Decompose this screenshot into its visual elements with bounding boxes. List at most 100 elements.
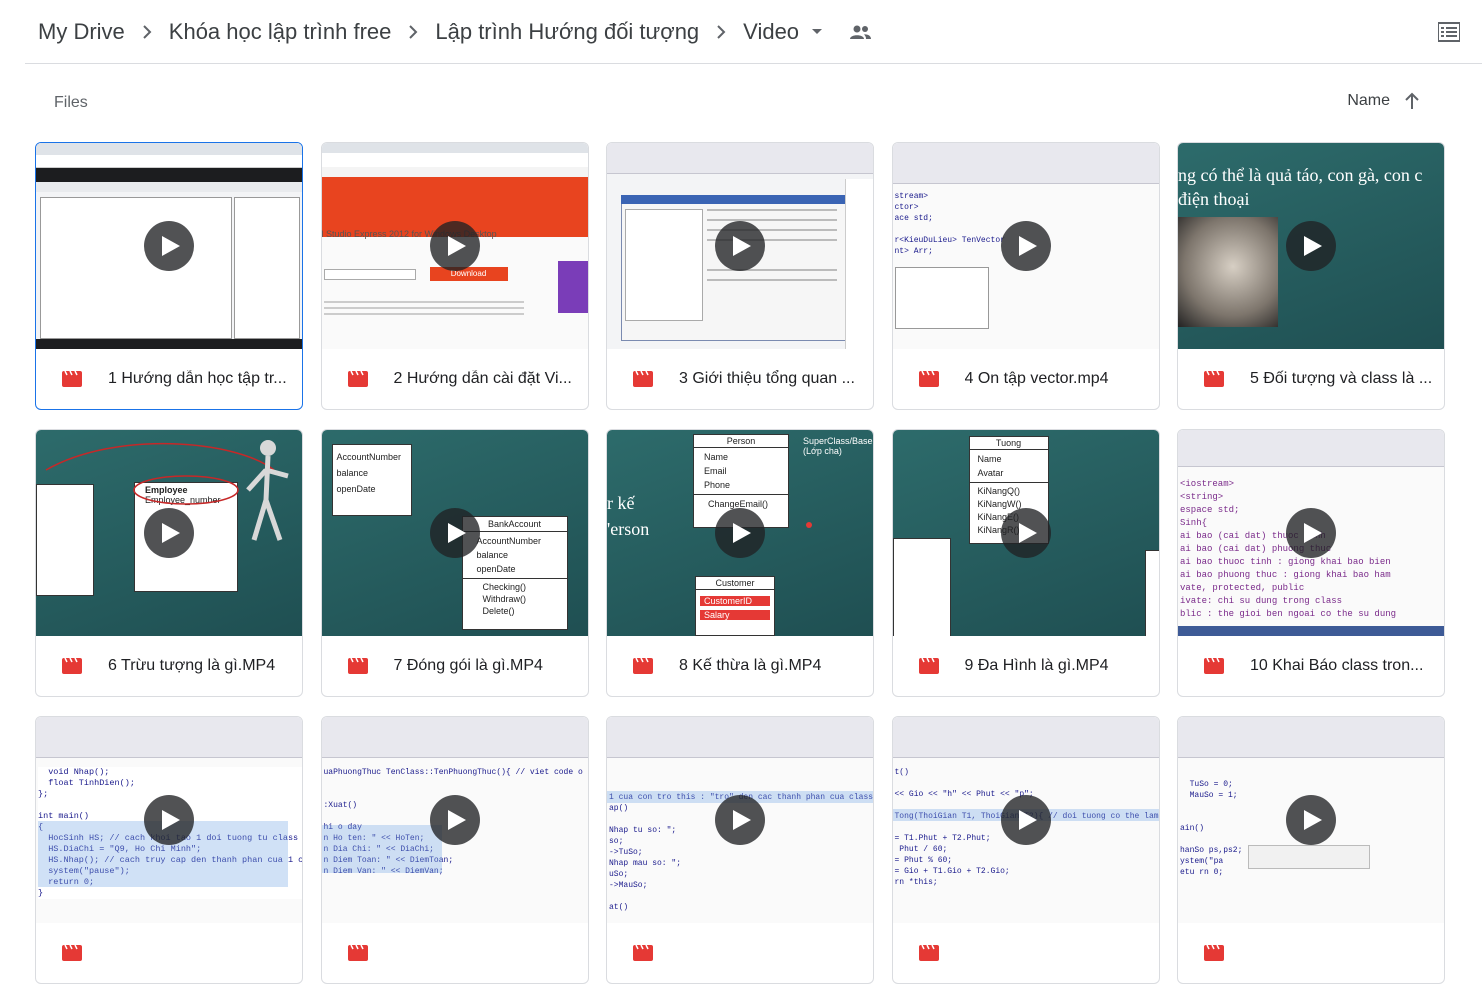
file-card[interactable]: TuSo = 0; MauSo = 1; ain() hanSo ps,ps2;… [1177, 716, 1445, 984]
play-icon[interactable] [1286, 795, 1336, 845]
file-caption [607, 923, 873, 983]
play-icon[interactable] [144, 221, 194, 271]
file-caption: 10 Khai Báo class tron... [1178, 636, 1444, 696]
thumb-text: ng có thể là quả táo, con gà, con c điện… [1178, 165, 1423, 209]
thumb-text: Tuong [969, 437, 1048, 450]
thumb-text: Name Avatar [969, 450, 1048, 483]
thumb-code: TuSo = 0; MauSo = 1; ain() hanSo ps,ps2;… [1180, 780, 1243, 877]
video-file-icon [633, 658, 653, 674]
people-icon[interactable] [849, 24, 872, 40]
chevron-right-icon [715, 25, 727, 39]
sort-label[interactable]: Name [1347, 92, 1390, 110]
thumb-code: stream> ctor> ace std; r<KieuDuLieu> Ten… [894, 192, 1005, 256]
file-name: 9 Đa Hình là gì.MP4 [964, 657, 1109, 674]
video-file-icon [62, 945, 82, 961]
file-caption: 6 Trừu tượng là gì.MP4 [36, 636, 302, 696]
file-card[interactable]: r kế 'erson SuperClass/Base (Lớp cha) Pe… [606, 429, 874, 697]
file-name: 5 Đối tượng và class là ... [1250, 370, 1433, 387]
breadcrumb: My Drive Khóa học lập trình free Lập trì… [38, 19, 872, 45]
thumb-text: Name Email Phone [694, 448, 788, 495]
file-card[interactable]: uaPhuongThuc TenClass::TenPhuongThuc(){ … [320, 716, 589, 984]
play-icon[interactable] [715, 795, 765, 845]
thumb-text: Customer [696, 577, 774, 590]
list-view-icon[interactable] [1437, 22, 1461, 47]
file-name: 6 Trừu tượng là gì.MP4 [108, 657, 276, 674]
play-icon[interactable] [1000, 795, 1051, 845]
play-icon[interactable] [1286, 508, 1336, 558]
file-card[interactable]: Tuong Name Avatar KiNangQ() KiNangW() Ki… [891, 429, 1160, 697]
file-card[interactable]: AccountNumber balance openDate BankAccou… [320, 429, 589, 697]
top-bar: My Drive Khóa học lập trình free Lập trì… [0, 0, 1482, 64]
video-file-icon [62, 371, 82, 387]
video-file-icon [633, 945, 653, 961]
file-card[interactable]: ng có thể là quả táo, con gà, con c điện… [1177, 142, 1445, 410]
file-grid: 1 Hướng dẫn học tập tr... l Studio Expre… [35, 142, 1445, 984]
video-file-icon [62, 658, 82, 674]
file-caption: 4 On tập vector.mp4 [893, 349, 1159, 409]
file-name: 10 Khai Báo class tron... [1250, 657, 1424, 674]
thumb-text: Download [429, 267, 508, 281]
thumb-text: Checking() Withdraw() Delete() [482, 582, 527, 616]
file-name: 1 Hướng dẫn học tập tr... [108, 370, 287, 387]
file-card[interactable]: 3 Giới thiệu tổng quan ... [606, 142, 874, 410]
file-caption: 7 Đóng gói là gì.MP4 [322, 636, 588, 696]
video-file-icon [347, 945, 368, 961]
file-card[interactable]: 1 Hướng dẫn học tập tr... [35, 142, 303, 410]
file-name: 8 Kế thừa là gì.MP4 [679, 657, 822, 674]
arrow-upward-icon[interactable] [1404, 92, 1420, 110]
file-caption: 2 Hướng dẫn cài đặt Vi... [322, 349, 588, 409]
file-caption: 5 Đối tượng và class là ... [1178, 349, 1444, 409]
header-divider [25, 63, 1482, 64]
play-icon[interactable] [429, 221, 480, 271]
play-icon[interactable] [144, 508, 194, 558]
video-file-icon [918, 371, 939, 387]
video-file-icon [633, 371, 653, 387]
arrow-drop-down-icon[interactable] [811, 28, 823, 36]
video-file-icon [347, 658, 368, 674]
file-name: 7 Đóng gói là gì.MP4 [393, 657, 543, 674]
file-card[interactable]: <iostream> <string> espace std; Sinh{ ai… [1177, 429, 1445, 697]
play-icon[interactable] [715, 221, 765, 271]
file-caption: 9 Đa Hình là gì.MP4 [893, 636, 1159, 696]
play-icon[interactable] [1000, 221, 1051, 271]
play-icon[interactable] [144, 795, 194, 845]
play-icon[interactable] [1286, 221, 1336, 271]
file-caption [36, 923, 302, 983]
chevron-right-icon [141, 25, 153, 39]
file-card[interactable]: l Studio Express 2012 for Windows Deskto… [320, 142, 589, 410]
play-icon[interactable] [429, 508, 480, 558]
file-card[interactable]: t() << Gio << "h" << Phut << "p"; Tong(T… [891, 716, 1160, 984]
file-caption [893, 923, 1159, 983]
video-file-icon [1204, 945, 1224, 961]
video-file-icon [1204, 658, 1224, 674]
thumb-text: r kế 'erson [607, 493, 650, 539]
sort-control[interactable]: Name [1347, 92, 1420, 110]
video-file-icon [1204, 371, 1224, 387]
breadcrumb-course-folder[interactable]: Khóa học lập trình free [169, 19, 392, 45]
file-caption: 1 Hướng dẫn học tập tr... [36, 349, 302, 409]
file-name: 3 Giới thiệu tổng quan ... [679, 370, 855, 387]
thumb-text: Salary [700, 610, 770, 620]
play-icon[interactable] [1000, 508, 1051, 558]
play-icon[interactable] [715, 508, 765, 558]
thumb-text: SuperClass/Base (Lớp cha) [803, 436, 873, 456]
play-icon[interactable] [429, 795, 480, 845]
thumb-code: <iostream> <string> espace std; Sinh{ ai… [1180, 479, 1397, 619]
files-section-label: Files [54, 94, 88, 111]
thumb-text: CustomerID [700, 596, 770, 606]
file-caption: 3 Giới thiệu tổng quan ... [607, 349, 873, 409]
chevron-right-icon [407, 25, 419, 39]
file-caption [322, 923, 588, 983]
file-card[interactable]: void Nhap(); float TinhDien(); }; int ma… [35, 716, 303, 984]
breadcrumb-my-drive[interactable]: My Drive [38, 19, 125, 45]
file-name: 4 On tập vector.mp4 [964, 370, 1109, 387]
file-card[interactable]: Employee Employee_number 6 Trừu tượng là… [35, 429, 303, 697]
file-caption [1178, 923, 1444, 983]
breadcrumb-current-folder[interactable]: Video [743, 19, 799, 45]
file-card[interactable]: stream> ctor> ace std; r<KieuDuLieu> Ten… [891, 142, 1160, 410]
breadcrumb-oop-folder[interactable]: Lập trình Hướng đối tượng [435, 19, 699, 45]
file-card[interactable]: 1 cua con tro this : "tro" den cac thanh… [606, 716, 874, 984]
thumb-text: AccountNumber balance openDate [331, 444, 412, 516]
file-caption: 8 Kế thừa là gì.MP4 [607, 636, 873, 696]
thumb-text: Person [694, 435, 788, 448]
